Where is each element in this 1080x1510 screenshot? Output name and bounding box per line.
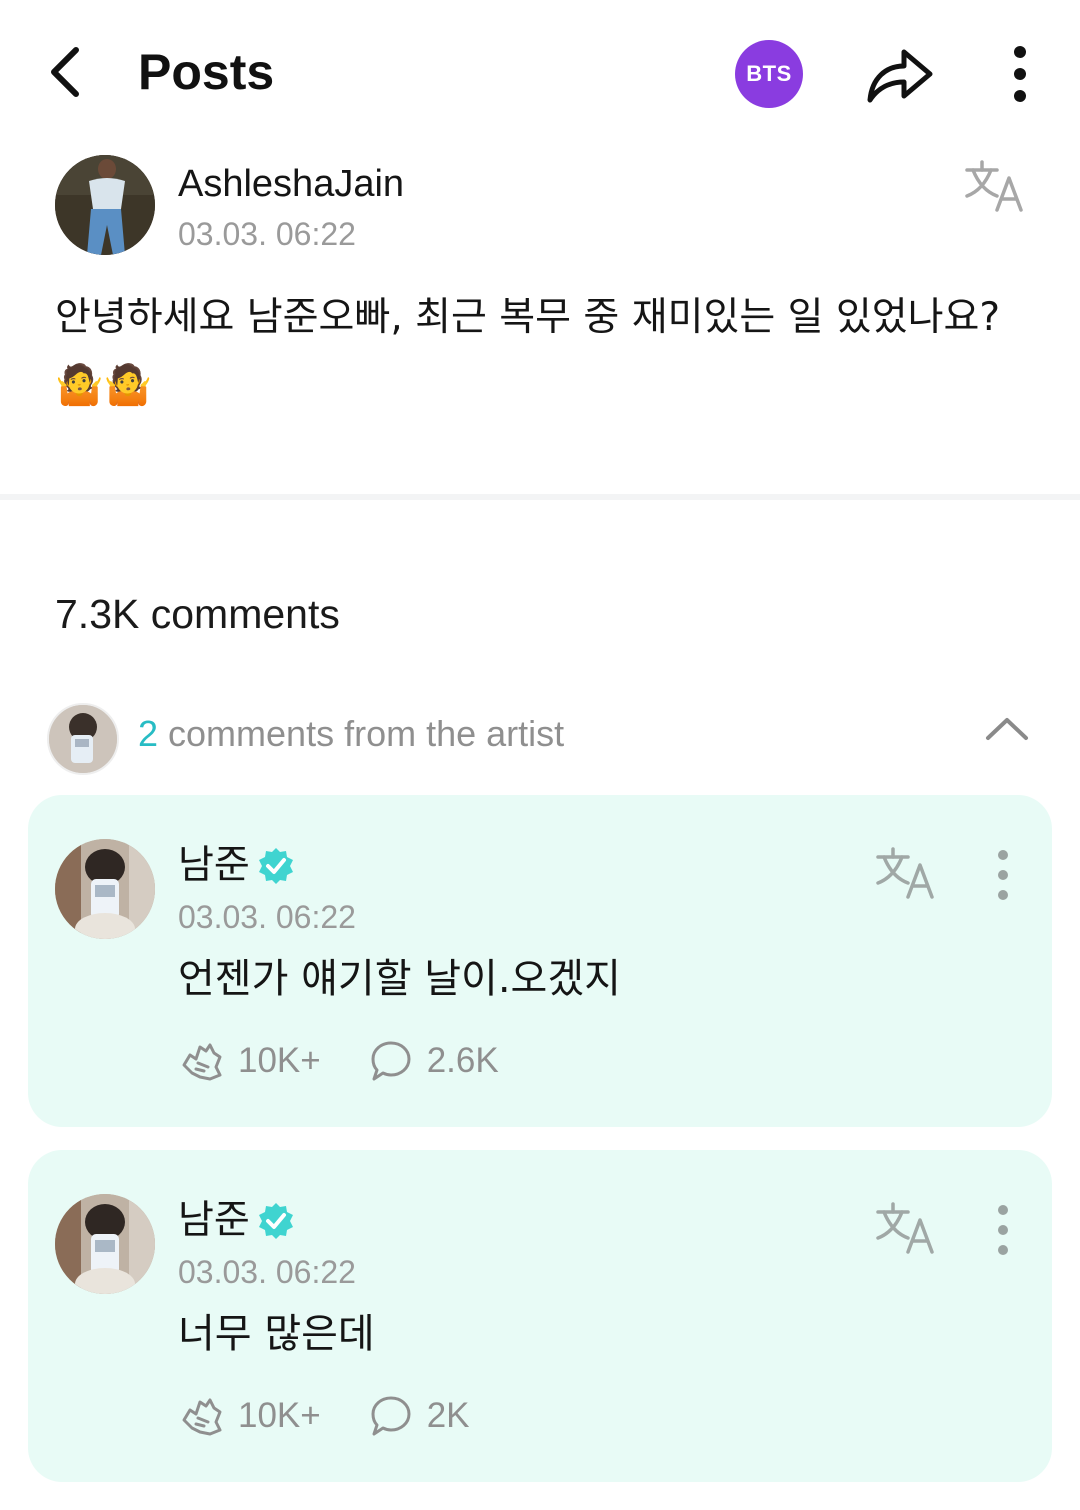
comment-actions: 10K+ 2K xyxy=(178,1390,470,1442)
comment-more-button[interactable] xyxy=(988,847,1018,903)
more-vertical-icon xyxy=(998,850,1008,900)
comment-timestamp: 03.03. 06:22 xyxy=(178,1254,356,1290)
post-body: 안녕하세요 남준오빠, 최근 복무 중 재미있는 일 있었나요? 🤷🤷 xyxy=(55,295,1001,408)
cheer-button[interactable]: 10K+ xyxy=(178,1392,321,1440)
translate-button[interactable] xyxy=(963,158,1027,214)
section-divider xyxy=(0,494,1080,500)
translate-button[interactable] xyxy=(874,1200,938,1256)
back-button[interactable] xyxy=(40,40,96,104)
community-badge[interactable]: BTS xyxy=(735,40,803,108)
more-vertical-icon xyxy=(1014,46,1026,102)
comment-timestamp: 03.03. 06:22 xyxy=(178,899,356,935)
post-timestamp: 03.03. 06:22 xyxy=(178,216,356,252)
translate-icon xyxy=(876,1202,934,1254)
cheer-icon xyxy=(182,1398,222,1436)
verified-icon xyxy=(258,1203,293,1239)
reply-button[interactable]: 2.6K xyxy=(367,1037,499,1085)
artist-comment-card: 남준 03.03. 06:22 언젠가 얘기할 날이.오겠지 10K+ 2.6K xyxy=(28,795,1052,1127)
commenter-photo xyxy=(55,1194,155,1294)
artist-comment-card: 남준 03.03. 06:22 너무 많은데 10K+ 2K xyxy=(28,1150,1052,1482)
comment-bubble-icon xyxy=(371,1396,411,1436)
author-avatar[interactable] xyxy=(55,155,155,255)
reply-button[interactable]: 2K xyxy=(367,1392,470,1440)
cheer-count: 10K+ xyxy=(238,1396,321,1435)
comment-text: 언젠가 얘기할 날이.오겠지 xyxy=(178,956,621,1002)
commenter-name-row: 남준 xyxy=(178,1196,296,1246)
reply-count: 2.6K xyxy=(426,1041,499,1080)
page-title: Posts xyxy=(138,44,275,100)
more-options-button[interactable] xyxy=(998,40,1042,108)
artist-comments-count: 2 xyxy=(138,713,159,754)
commenter-name-row: 남준 xyxy=(178,841,296,891)
translate-icon xyxy=(965,160,1023,212)
back-icon xyxy=(51,47,79,97)
share-icon xyxy=(867,49,933,103)
collapse-button[interactable] xyxy=(982,708,1032,748)
commenter-avatar[interactable] xyxy=(55,839,155,939)
chevron-up-icon xyxy=(986,718,1028,740)
reply-count: 2K xyxy=(426,1396,470,1435)
commenter-name[interactable]: 남준 xyxy=(178,841,250,891)
artist-photo xyxy=(49,705,117,773)
comment-actions: 10K+ 2.6K xyxy=(178,1035,499,1087)
commenter-avatar[interactable] xyxy=(55,1194,155,1294)
artist-comments-label: comments from the artist xyxy=(158,713,565,754)
more-vertical-icon xyxy=(998,1205,1008,1255)
cheer-icon xyxy=(182,1043,222,1081)
comments-count: 7.3K comments xyxy=(55,591,340,637)
cheer-count: 10K+ xyxy=(238,1041,321,1080)
translate-button[interactable] xyxy=(874,845,938,901)
comment-bubble-icon xyxy=(371,1041,411,1081)
commenter-photo xyxy=(55,839,155,939)
artist-comments-toggle[interactable]: 2 comments from the artist xyxy=(138,712,564,756)
commenter-name[interactable]: 남준 xyxy=(178,1196,250,1246)
verified-icon xyxy=(258,848,293,884)
comment-text: 너무 많은데 xyxy=(178,1311,375,1357)
translate-icon xyxy=(876,847,934,899)
comment-more-button[interactable] xyxy=(988,1202,1018,1258)
author-photo xyxy=(55,155,155,255)
author-name[interactable]: AshleshaJain xyxy=(178,160,404,208)
cheer-button[interactable]: 10K+ xyxy=(178,1037,321,1085)
share-button[interactable] xyxy=(862,40,938,108)
artist-avatar xyxy=(47,703,119,775)
